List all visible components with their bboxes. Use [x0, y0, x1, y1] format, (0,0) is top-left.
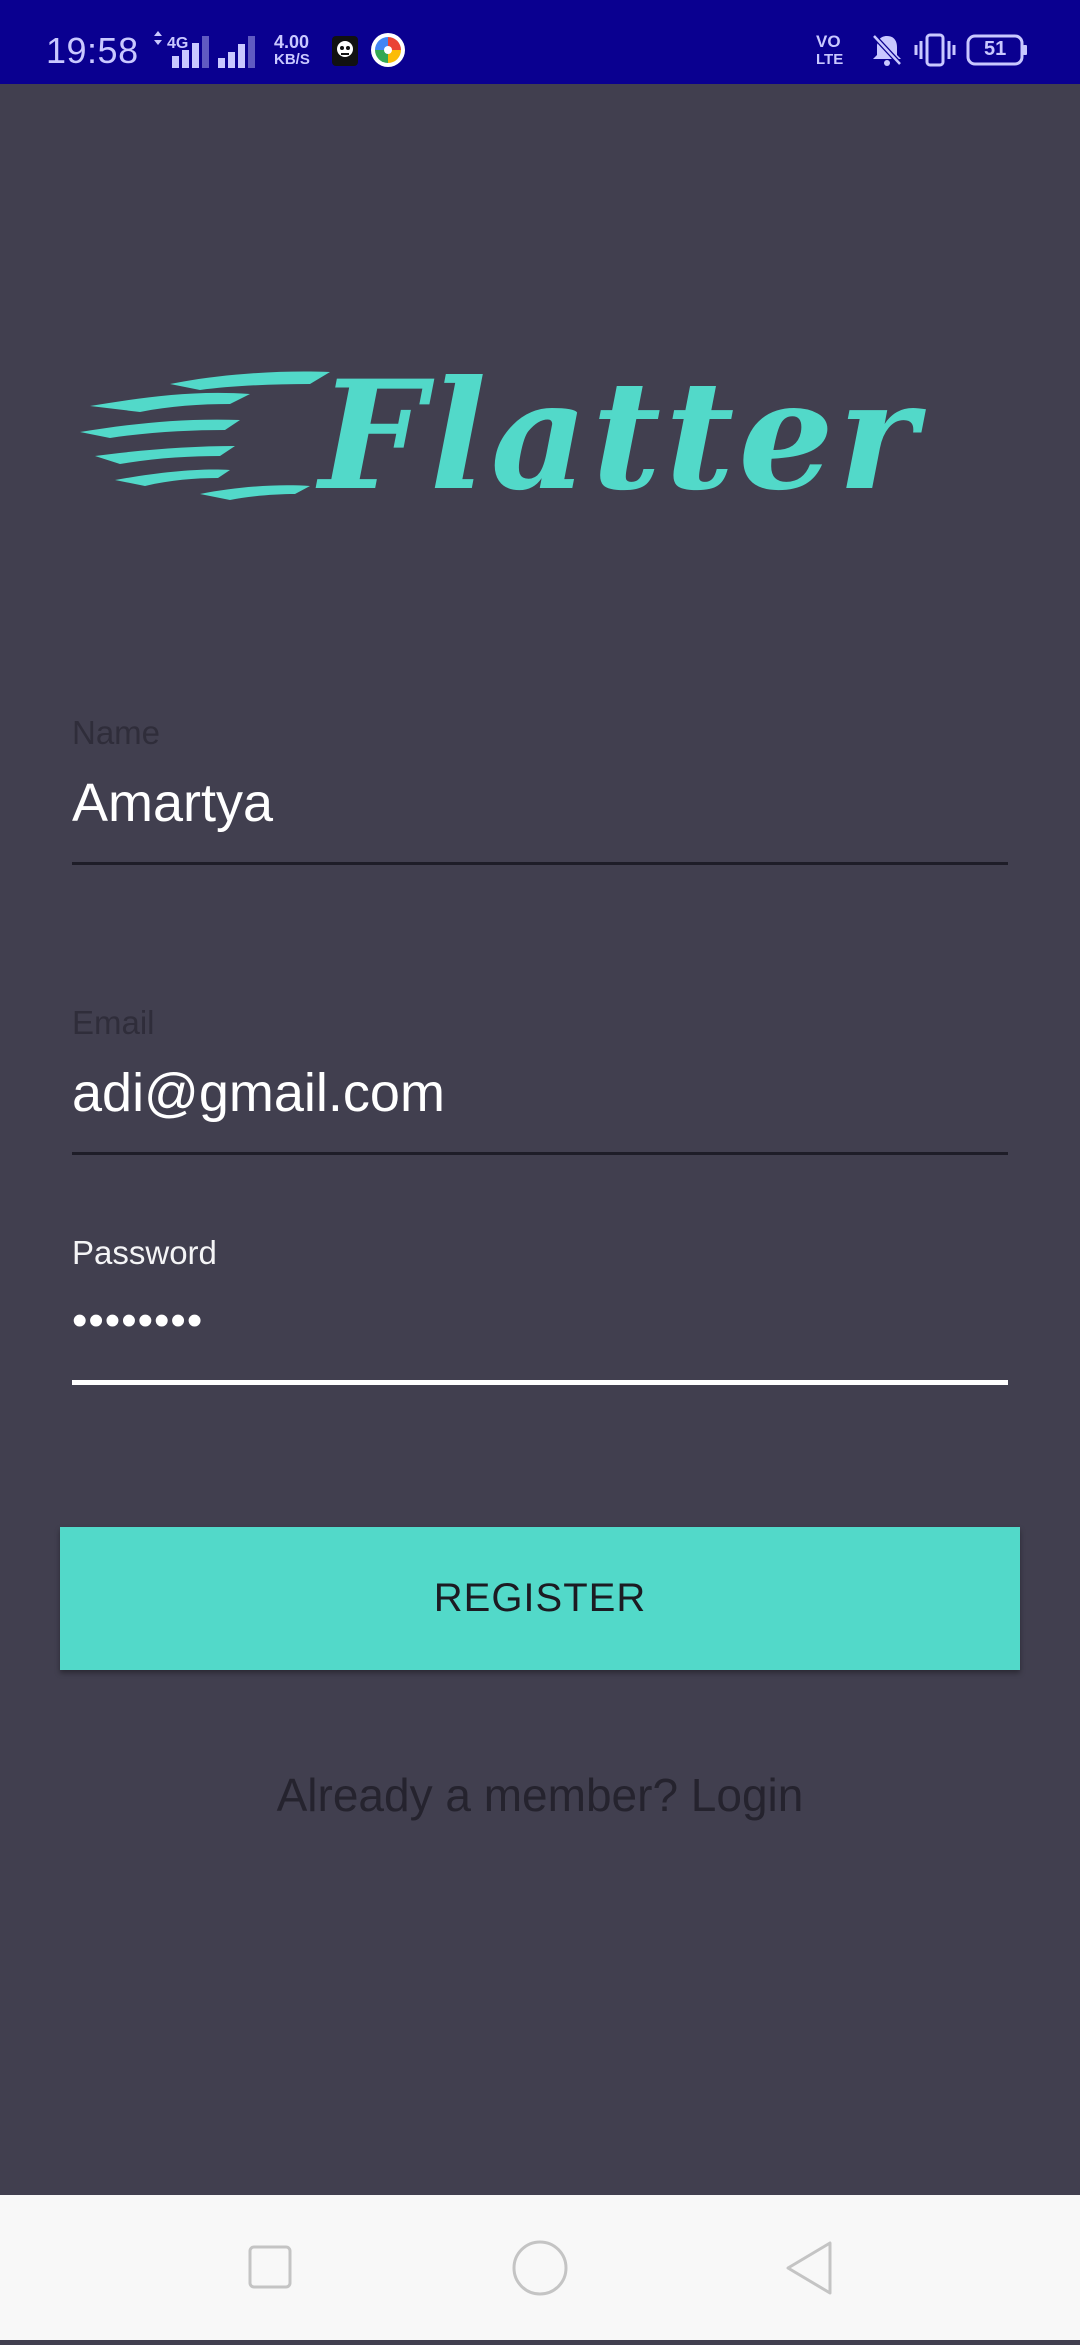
pinwheel-app-icon — [371, 33, 405, 67]
data-speed-value: 4.00 — [274, 32, 310, 52]
signal-icon — [218, 36, 255, 68]
volte-bottom-label: LTE — [816, 51, 844, 68]
triangle-back-icon — [786, 2241, 832, 2295]
square-icon — [248, 2245, 292, 2289]
volte-top-label: VO — [816, 32, 841, 51]
back-button[interactable] — [750, 2195, 870, 2340]
email-label: Email — [72, 1004, 155, 1041]
circle-icon — [512, 2240, 568, 2296]
bell-muted-icon — [872, 34, 902, 66]
recents-button[interactable] — [210, 2195, 330, 2340]
password-field[interactable]: Password •••••••• — [72, 1234, 1008, 1384]
status-time: 19:58 — [46, 30, 139, 71]
home-button[interactable] — [480, 2195, 600, 2340]
flatter-logo: Flatter — [80, 360, 927, 510]
app-notification-icon — [332, 36, 358, 66]
email-field[interactable]: Email adi@gmail.com — [72, 1004, 1008, 1154]
status-right-icons: VO LTE 51 — [816, 30, 1036, 74]
vibrate-icon — [914, 33, 956, 67]
logo-text: Flatter — [315, 360, 927, 510]
name-label: Name — [72, 714, 161, 751]
password-field-underline — [72, 1380, 1008, 1385]
name-input-value[interactable]: Amartya — [72, 772, 1008, 834]
network-type-label: 4G — [167, 35, 189, 52]
password-label: Password — [72, 1234, 217, 1271]
email-input-value[interactable]: adi@gmail.com — [72, 1062, 1008, 1124]
name-field[interactable]: Name Amartya — [72, 714, 1008, 864]
register-screen: Flatter Name Amartya Email adi@gmail.com… — [0, 84, 1080, 2195]
data-speed-unit: KB/S — [274, 51, 310, 68]
email-field-underline — [72, 1152, 1008, 1155]
register-button[interactable]: REGISTER — [60, 1527, 1020, 1670]
login-link[interactable]: Already a member? Login — [0, 1768, 1080, 1822]
password-input-value[interactable]: •••••••• — [72, 1296, 1008, 1346]
navigation-bar — [0, 2195, 1080, 2340]
status-bar: 19:58 4G 4.00 KB/S VO LTE 51 — [0, 0, 1080, 84]
name-field-underline — [72, 862, 1008, 865]
battery-level: 51 — [984, 38, 1007, 60]
